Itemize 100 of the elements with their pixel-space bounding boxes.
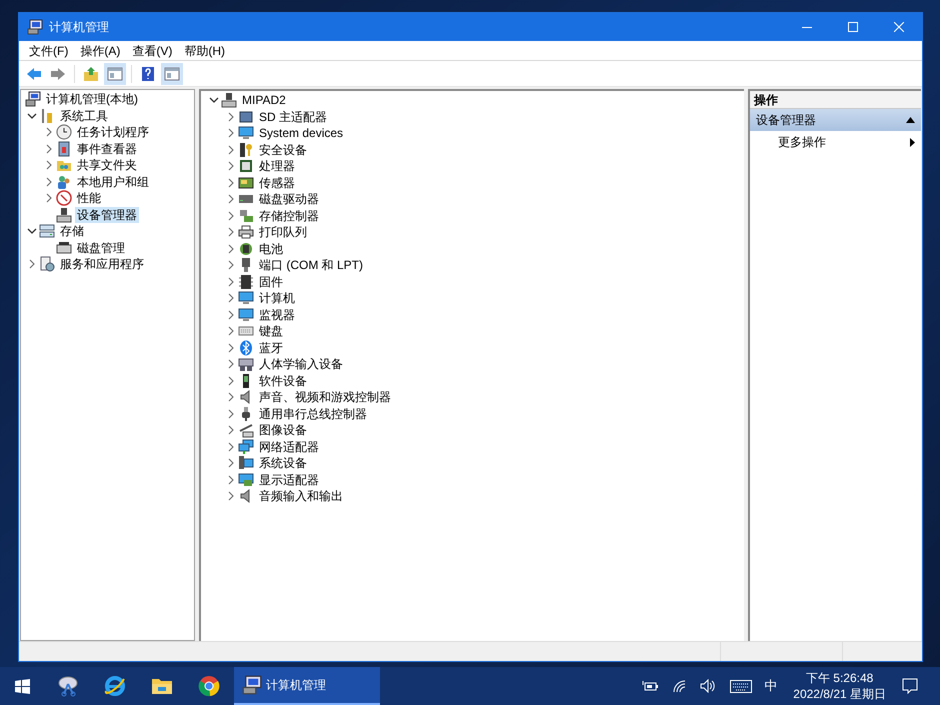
close-icon <box>894 22 904 32</box>
log-book-icon <box>56 140 72 157</box>
tree-item[interactable]: 监视器 <box>259 306 295 323</box>
browser-e-icon <box>104 675 126 697</box>
chevron-right-icon <box>226 194 236 204</box>
display-adapter-icon <box>238 472 254 488</box>
tree-item[interactable]: 本地用户和组 <box>75 174 151 190</box>
chevron-right-icon <box>226 128 236 138</box>
tree-item[interactable]: 端口 (COM 和 LPT) <box>259 257 363 274</box>
chevron-right-icon <box>226 144 236 155</box>
menu-item[interactable]: 帮助(H) <box>178 42 231 60</box>
computer-management-icon <box>27 19 43 35</box>
chip-icon <box>238 274 254 290</box>
action-item[interactable]: 更多操作 <box>750 131 921 153</box>
chevron-right-icon <box>226 210 236 221</box>
folder-up-icon <box>83 66 99 82</box>
menu-item[interactable]: 查看(V) <box>126 42 178 60</box>
bluetooth-icon <box>238 340 254 356</box>
taskbar-active-app[interactable]: 计算机管理 <box>234 667 380 705</box>
tree-item[interactable]: 声音、视频和游戏控制器 <box>259 389 391 406</box>
battery-icon <box>642 680 658 692</box>
menu-item[interactable]: 操作(A) <box>74 42 126 60</box>
tree-item[interactable]: 固件 <box>259 274 283 290</box>
chevron-right-icon <box>226 244 236 254</box>
clock-date[interactable]: 2022/8/21 星期日 <box>793 686 886 702</box>
keyboard-icon <box>730 680 752 692</box>
chevron-right-icon <box>226 359 236 370</box>
toolbar-button[interactable] <box>104 62 126 84</box>
tree-item[interactable]: 磁盘管理 <box>75 240 127 256</box>
tree-item[interactable]: 存储 <box>58 223 86 240</box>
clock-time[interactable]: 下午 5:26:48 <box>806 670 874 686</box>
tree-item[interactable]: 显示适配器 <box>259 472 319 488</box>
pane-icon <box>107 66 123 82</box>
chevron-right-icon <box>226 178 236 188</box>
tree-item[interactable]: 处理器 <box>259 158 295 174</box>
menu-item[interactable]: 文件(F) <box>23 42 74 60</box>
tree-item[interactable]: MIPAD2 <box>242 92 286 108</box>
actions-header: 操作 <box>750 91 921 109</box>
chevron-right-icon <box>226 442 236 452</box>
tree-item[interactable]: 性能 <box>75 190 103 206</box>
tree-item[interactable]: 事件查看器 <box>75 140 139 157</box>
minimize-icon <box>802 26 812 28</box>
tree-item[interactable]: 图像设备 <box>259 422 307 438</box>
pane-icon <box>164 66 180 82</box>
tree-item[interactable]: 传感器 <box>259 174 295 191</box>
folder-icon <box>150 676 172 696</box>
tree-item[interactable]: 系统工具 <box>58 108 110 124</box>
chevron-right-icon <box>226 474 236 485</box>
tree-item[interactable]: 磁盘驱动器 <box>259 191 319 208</box>
network-device-icon <box>56 206 72 223</box>
round-browser-icon <box>198 675 220 697</box>
tree-item[interactable]: 打印队列 <box>259 224 307 240</box>
back-arrow-icon <box>26 66 42 82</box>
chevron-right-icon <box>226 227 236 238</box>
tree-item[interactable]: 系统设备 <box>259 455 307 472</box>
tree-item[interactable]: 蓝牙 <box>259 340 283 356</box>
tree-item[interactable]: 软件设备 <box>259 372 307 389</box>
monitor-icon <box>238 125 254 142</box>
tree-item[interactable]: 任务计划程序 <box>75 124 151 140</box>
computer-tower-icon <box>221 92 237 108</box>
tree-item[interactable]: 网络适配器 <box>259 438 319 455</box>
input-method-indicator[interactable]: 中 <box>764 676 778 696</box>
circuit-board-icon <box>238 174 254 191</box>
notification-icon[interactable] <box>902 678 918 694</box>
chevron-right-icon <box>226 458 236 468</box>
clock-icon <box>56 124 72 140</box>
chevron-down-icon <box>209 95 219 106</box>
tree-item[interactable]: SD 主适配器 <box>259 108 328 125</box>
printer-icon <box>238 224 254 240</box>
chevron-right-icon <box>226 425 236 436</box>
chevron-right-icon <box>226 392 236 402</box>
tree-item[interactable]: 键盘 <box>259 323 283 340</box>
tree-item[interactable]: 计算机管理(本地) <box>44 91 140 108</box>
monitor-icon <box>238 290 254 306</box>
device-icon <box>238 108 254 125</box>
tree-item[interactable]: 设备管理器 <box>75 206 139 223</box>
gauge-icon <box>56 190 72 206</box>
submenu-arrow-icon <box>910 138 915 146</box>
tree-item[interactable]: 存储控制器 <box>259 208 319 224</box>
toolbar-button[interactable] <box>161 62 183 84</box>
tree-item[interactable]: 服务和应用程序 <box>58 256 146 272</box>
maximize-icon <box>848 22 858 32</box>
chevron-right-icon <box>226 260 236 270</box>
tree-item[interactable]: 通用串行总线控制器 <box>259 406 367 422</box>
key-icon <box>238 142 254 158</box>
keyboard-icon <box>238 356 254 372</box>
disk-drive-icon <box>56 240 72 256</box>
chevron-right-icon <box>226 293 236 304</box>
actions-section-header[interactable]: 设备管理器 <box>750 109 921 131</box>
chevron-right-icon <box>226 161 236 172</box>
tree-item[interactable]: 人体学输入设备 <box>259 356 343 372</box>
tree-item[interactable]: System devices <box>259 125 344 142</box>
forward-arrow-icon <box>50 66 66 82</box>
tree-item[interactable]: 安全设备 <box>259 142 307 158</box>
tree-item[interactable]: 计算机 <box>259 290 295 306</box>
tree-item[interactable]: 音频输入和输出 <box>259 488 343 504</box>
tree-item[interactable]: 共享文件夹 <box>75 157 139 174</box>
storage-icon <box>39 223 55 240</box>
chevron-right-icon <box>226 310 236 320</box>
tree-item[interactable]: 电池 <box>259 240 283 257</box>
